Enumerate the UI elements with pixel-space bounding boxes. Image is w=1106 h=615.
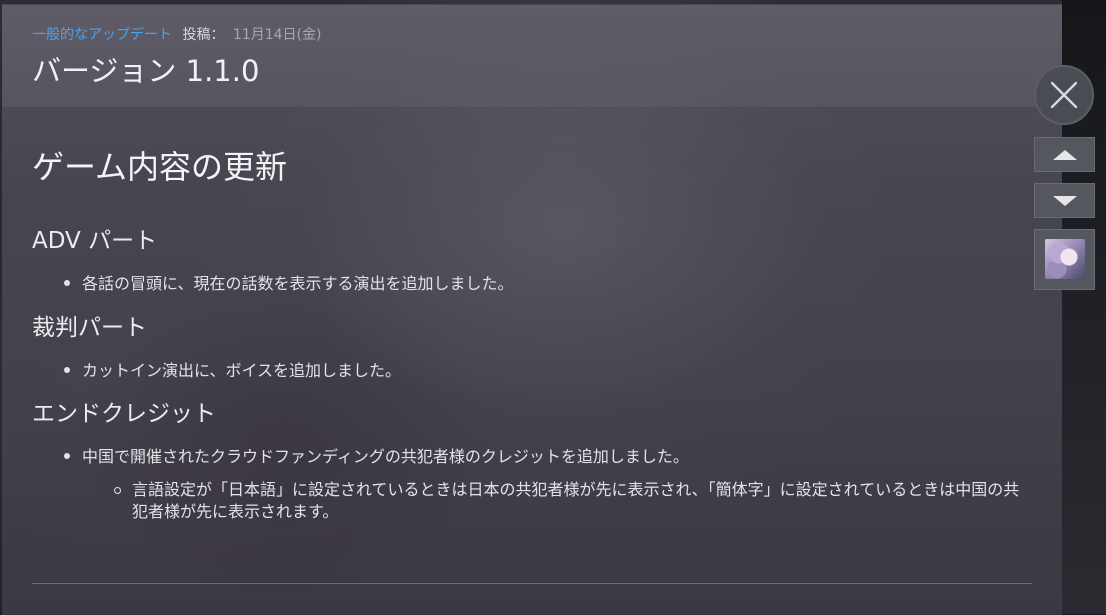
list-item: 各話の冒頭に、現在の話数を表示する演出を追加しました。 bbox=[64, 273, 514, 295]
game-thumbnail-button[interactable] bbox=[1034, 229, 1095, 290]
subsection-title: 裁判パート bbox=[32, 315, 147, 341]
list-item: カットイン演出に、ボイスを追加しました。 bbox=[64, 360, 401, 382]
bullet-icon bbox=[64, 366, 70, 373]
post-date: 11月14日(金) bbox=[232, 27, 322, 43]
announcement-panel: 一般的なアップデート 投稿： 11月14日(金) バージョン 1.1.0 ゲーム… bbox=[2, 4, 1062, 615]
sub-bullet-icon bbox=[114, 487, 121, 494]
posted-label: 投稿： bbox=[182, 27, 225, 43]
list-item-text: カットイン演出に、ボイスを追加しました。 bbox=[82, 361, 402, 380]
close-button[interactable] bbox=[1034, 65, 1094, 125]
close-icon bbox=[1050, 81, 1078, 109]
subsection-title: エンドクレジット bbox=[32, 401, 216, 427]
triangle-down-icon bbox=[1053, 196, 1077, 206]
post-meta: 一般的なアップデート 投稿： 11月14日(金) bbox=[32, 26, 321, 44]
game-thumbnail bbox=[1045, 239, 1085, 279]
category-link[interactable]: 一般的なアップデート bbox=[32, 27, 172, 43]
list-item-text: 中国で開催されたクラウドファンディングの共犯者様のクレジットを追加しました。 bbox=[82, 447, 689, 466]
section-heading: ゲーム内容の更新 bbox=[32, 148, 288, 186]
previous-button[interactable] bbox=[1034, 137, 1095, 172]
subsection-title: ADV パート bbox=[32, 228, 158, 254]
page-title: バージョン 1.1.0 bbox=[32, 54, 260, 88]
bullet-icon bbox=[64, 452, 70, 459]
bullet-icon bbox=[64, 279, 70, 286]
triangle-up-icon bbox=[1053, 150, 1077, 160]
next-button[interactable] bbox=[1034, 183, 1095, 218]
list-item: 中国で開催されたクラウドファンディングの共犯者様のクレジットを追加しました。 bbox=[64, 446, 689, 468]
list-item-text: 各話の冒頭に、現在の話数を表示する演出を追加しました。 bbox=[82, 274, 514, 293]
sub-list-item: 言語設定が「日本語」に設定されているときは日本の共犯者様が先に表示され、「簡体字… bbox=[114, 479, 1028, 523]
divider bbox=[32, 583, 1032, 584]
announcement-header: 一般的なアップデート 投稿： 11月14日(金) バージョン 1.1.0 bbox=[2, 5, 1062, 108]
sub-list-item-text: 言語設定が「日本語」に設定されているときは日本の共犯者様が先に表示され、「簡体字… bbox=[132, 480, 1020, 521]
